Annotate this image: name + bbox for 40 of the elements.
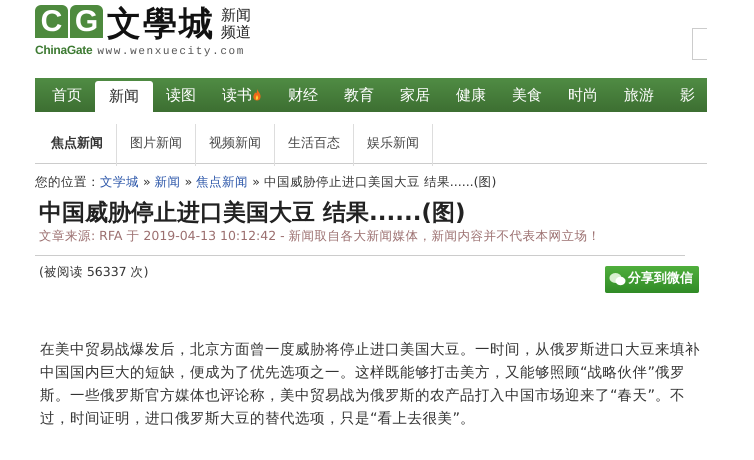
channel-label: 新闻: [221, 7, 251, 24]
share-button[interactable]: 分享到微信: [605, 266, 699, 292]
flame-icon: [252, 89, 262, 101]
article-title: 中国威胁停止进口美国大豆 结果......(图): [39, 198, 466, 227]
nav-tab[interactable]: 读图: [153, 78, 209, 112]
channel-label: 频道: [221, 24, 251, 41]
site-name: 文學城: [107, 5, 215, 43]
breadcrumb-link[interactable]: 文学城: [100, 174, 139, 189]
nav-tab[interactable]: 影: [667, 78, 707, 112]
site-url: www.wenxuecity.com: [97, 46, 245, 58]
breadcrumb-label: 您的位置：: [35, 174, 100, 189]
brand-name: ChinaGate: [35, 43, 92, 57]
nav-tab[interactable]: 时尚: [555, 78, 611, 112]
subnav-tab[interactable]: 焦点新闻: [35, 124, 117, 166]
nav-tab[interactable]: 健康: [443, 78, 499, 112]
nav-tab[interactable]: 财经: [275, 78, 331, 112]
nav-tab[interactable]: 读书: [209, 78, 275, 112]
nav-tab[interactable]: 新闻: [95, 81, 153, 112]
view-count: (被阅读 56337 次): [39, 262, 148, 280]
search-field[interactable]: [692, 28, 707, 60]
breadcrumb-separator: »: [184, 174, 194, 189]
nav-tab[interactable]: 旅游: [611, 78, 667, 112]
article-paragraph: 在美中贸易战爆发后，北京方面曾一度威胁将停止进口美国大豆。一时间，从俄罗斯进口大豆来填补中国国内巨大的短缺，便成为了优先选项之一。这样既能够打击美方，又能够照顾“战略伙伴”俄罗斯。一些俄罗斯官方媒体也评论称，美中贸易战为俄罗斯的农产品打入中国市场迎来了“春天”。不过，时间证明，进口俄罗斯大豆的替代选项，只是“看上去很美”。: [40, 340, 701, 430]
subnav-tab[interactable]: 生活百态: [275, 124, 354, 166]
subnav-tab[interactable]: 娱乐新闻: [354, 124, 433, 166]
nav-tab[interactable]: 首页: [39, 78, 95, 112]
subnav-tab[interactable]: 视频新闻: [196, 124, 275, 166]
nav-tab[interactable]: 教育: [331, 78, 387, 112]
logo-letter: G: [70, 5, 103, 38]
breadcrumb-separator: »: [142, 174, 152, 189]
nav-tab[interactable]: 家居: [387, 78, 443, 112]
article-source: 文章来源: RFA 于 2019-04-13 10:12:42 - 新闻取自各大新闻媒体，新闻内容并不代表本网立场！: [39, 226, 602, 245]
nav-tab[interactable]: 美食: [499, 78, 555, 112]
logo-letter: C: [35, 5, 68, 38]
subnav-tab[interactable]: 图片新闻: [117, 124, 196, 166]
breadcrumb-link[interactable]: 新闻: [154, 174, 181, 189]
breadcrumb-separator: »: [251, 174, 261, 189]
breadcrumb-link[interactable]: 焦点新闻: [196, 174, 248, 189]
chat-bubbles-icon: [609, 272, 626, 286]
breadcrumb-current: 中国威胁停止进口美国大豆 结果......(图): [264, 174, 496, 189]
